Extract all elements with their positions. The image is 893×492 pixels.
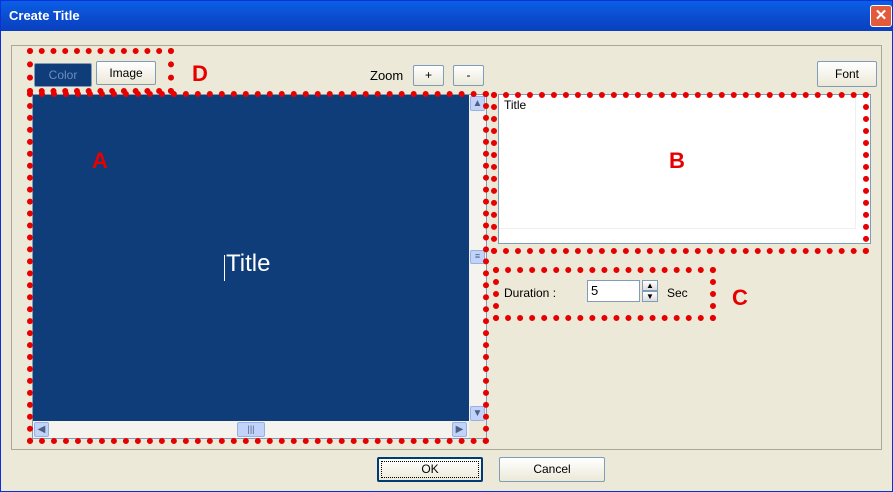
cancel-button[interactable]: Cancel xyxy=(499,457,605,482)
annotation-label-d: D xyxy=(192,61,208,86)
annotation-box-d xyxy=(27,48,174,94)
annotation-box-c xyxy=(493,267,716,321)
title-bar: Create Title ✕ xyxy=(1,1,892,31)
annotation-label-b: B xyxy=(669,148,685,173)
window-title: Create Title xyxy=(9,8,80,23)
ok-button[interactable]: OK xyxy=(377,457,483,482)
annotation-label-c: C xyxy=(732,285,748,310)
create-title-dialog: Create Title ✕ Color Image Zoom + - Font… xyxy=(0,0,893,492)
zoom-in-button[interactable]: + xyxy=(413,65,444,86)
font-button[interactable]: Font xyxy=(817,61,877,87)
annotation-label-a: A xyxy=(92,148,108,173)
close-icon[interactable]: ✕ xyxy=(870,5,892,27)
zoom-out-button[interactable]: - xyxy=(453,65,484,86)
zoom-label: Zoom xyxy=(370,68,404,83)
annotation-box-a xyxy=(27,91,489,444)
